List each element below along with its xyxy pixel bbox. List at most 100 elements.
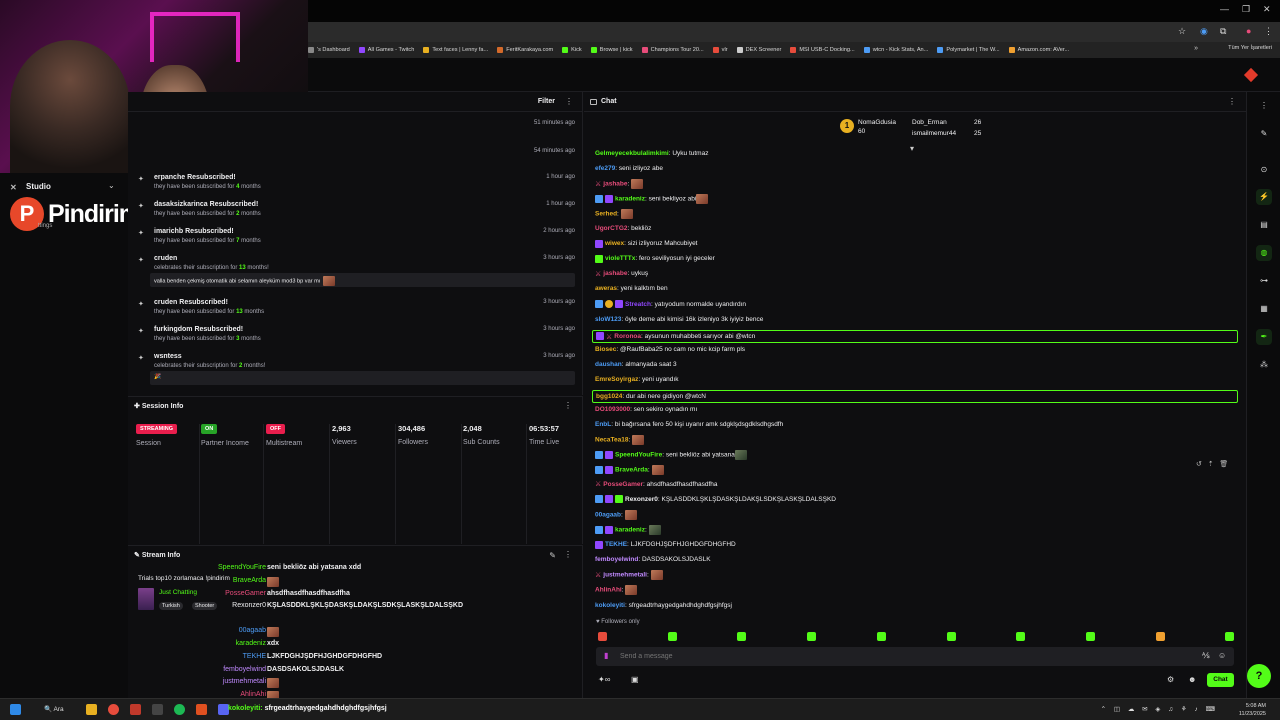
chat-username[interactable]: BraveArda <box>615 467 648 474</box>
microphone-icon[interactable]: ▮ <box>604 651 608 660</box>
filter-button[interactable]: Filter <box>538 98 555 105</box>
target-icon[interactable]: ⊙ <box>1256 162 1272 178</box>
quick-emote-icon[interactable] <box>1085 632 1095 641</box>
bookmark-1[interactable]: All Games - Twitch <box>358 47 414 53</box>
chat-username[interactable]: 00agaab <box>595 512 621 519</box>
obs-icon[interactable] <box>196 704 207 715</box>
more-kebab-icon[interactable]: ⋮ <box>1256 98 1272 114</box>
message-actions[interactable]: ↺ ⇡ 🗑 <box>1196 460 1228 468</box>
chat-username[interactable]: kokoleyiti <box>595 602 625 609</box>
bookmark-8[interactable]: DEX Screener <box>736 47 781 53</box>
stream-info-kebab-icon[interactable]: ⋮ <box>564 550 572 559</box>
all-bookmarks-button[interactable]: Tüm Yer İşaretleri <box>1228 45 1272 51</box>
chat-username[interactable]: Biosec <box>595 346 616 353</box>
chat-username[interactable]: EnbL <box>595 421 611 428</box>
chat-username[interactable]: efe279 <box>595 165 615 172</box>
quick-emote-icon[interactable] <box>1155 632 1165 641</box>
multistream-off-pill[interactable]: OFF <box>266 424 285 434</box>
chat-username[interactable]: jashabe <box>603 270 627 277</box>
chat-username[interactable]: sloW123 <box>595 316 621 323</box>
app-icon-1[interactable] <box>130 704 141 715</box>
quick-emote-icon[interactable] <box>946 632 956 641</box>
quick-emote-icon[interactable] <box>598 632 607 641</box>
chat-message-list[interactable]: Gelmeyecekbulalimkimi: Uyku tutmaz efe279… <box>584 148 1246 618</box>
tag-turkish[interactable]: Turkish <box>159 602 183 610</box>
bookmark-5[interactable]: Browse | kick <box>590 47 633 53</box>
chat-send-button[interactable]: Chat <box>1207 673 1234 687</box>
chat-username[interactable]: justmehmetali <box>603 572 647 579</box>
bookmark-11[interactable]: Polymarket | The W... <box>937 47 1000 53</box>
chat-username[interactable]: Roronoa <box>614 333 641 340</box>
chat-username[interactable]: daushan <box>595 361 622 368</box>
help-chat-button[interactable]: ? <box>1247 664 1271 688</box>
lightning-icon[interactable]: ⚡ <box>1256 189 1272 205</box>
chat-username[interactable]: TEKHE <box>605 541 627 548</box>
bookmark-0[interactable]: 's Dashboard <box>308 47 350 53</box>
kick-logo-icon[interactable] <box>1243 67 1259 83</box>
activity-kebab-icon[interactable]: ⋮ <box>565 97 573 106</box>
chat-username[interactable]: AhlinAhi <box>595 587 622 594</box>
pencil-icon[interactable]: ✎ <box>1256 126 1272 142</box>
points-icon[interactable]: ✦∞ <box>598 675 610 684</box>
wrench-icon[interactable]: ✒ <box>1256 329 1272 345</box>
close-icon[interactable]: ✕ <box>1263 4 1271 15</box>
gift-leaderboard[interactable]: 1 NomaGdusia 60 Dob_Erman 26 ismailmemur… <box>840 116 1000 142</box>
windows-start-icon[interactable] <box>10 704 21 715</box>
taskbar-search[interactable]: 🔍 Ara <box>44 705 64 713</box>
quick-emote-icon[interactable] <box>876 632 886 641</box>
chat-username[interactable]: PosseGamer <box>603 481 643 488</box>
smiley-icon[interactable]: ☺ <box>1218 651 1226 660</box>
send-message-input[interactable] <box>620 650 1180 663</box>
bookmark-12[interactable]: Amazon.com: AVer... <box>1008 47 1069 53</box>
chevron-down-icon[interactable]: ⌄ <box>108 181 115 190</box>
quick-emote-icon[interactable] <box>1016 632 1026 641</box>
chat-username[interactable]: violeTTTx <box>605 255 635 262</box>
bookmarks-more-icon[interactable]: » <box>1194 45 1198 52</box>
chat-username[interactable]: NecaTea18 <box>595 437 629 444</box>
quick-emote-icon[interactable] <box>737 632 747 641</box>
taskbar-clock[interactable]: 5:08 AM 11/23/2025 <box>1239 702 1266 718</box>
system-tray[interactable]: ⌃ ◫ ☁ ✉ ◈ ♫ ⚘ ♪ ⌨ <box>1101 705 1218 713</box>
emote-picker-icon[interactable]: ⅍ <box>1202 651 1210 660</box>
server-icon[interactable]: ▦ <box>1256 301 1272 317</box>
users-icon[interactable]: ☻ <box>1188 675 1196 684</box>
bookmark-6[interactable]: Champions Tour 20... <box>641 47 704 53</box>
chat-kebab-icon[interactable]: ⋮ <box>1228 97 1236 106</box>
bookmark-2[interactable]: Text faces | Lenny fa... <box>423 47 488 53</box>
chat-username[interactable]: karadeniz <box>615 196 645 203</box>
store-icon[interactable]: ▣ <box>631 675 639 684</box>
extensions-icon[interactable]: ⧉ <box>1220 26 1226 37</box>
edit-pencil-icon[interactable]: ✎ <box>549 551 556 560</box>
chat-username[interactable]: femboyelwind <box>595 556 638 563</box>
file-explorer-icon[interactable] <box>86 704 97 715</box>
profile-avatar-icon[interactable]: ● <box>1246 26 1251 36</box>
sidebar-item-studio[interactable]: ✕ Studio <box>10 182 51 192</box>
partner-on-pill[interactable]: ON <box>201 424 218 434</box>
chat-username[interactable]: Rexonzer0 <box>625 496 658 503</box>
bookmark-7[interactable]: vlr <box>712 47 728 53</box>
tag-shooter[interactable]: Shooter <box>192 602 218 610</box>
quick-emote-icon[interactable] <box>807 632 817 641</box>
chat-username[interactable]: UgorCTG2 <box>595 225 628 232</box>
chat-username[interactable]: karadeniz <box>615 527 645 534</box>
bookmark-3[interactable]: FeritKarakaya.com <box>497 47 553 53</box>
chat-username[interactable]: jashabe <box>603 181 627 188</box>
chat-username[interactable]: wiwex <box>605 240 624 247</box>
chat-username[interactable]: Streatch <box>625 301 651 308</box>
chat-username[interactable]: aweras <box>595 285 617 292</box>
chat-username[interactable]: DO1093000 <box>595 406 630 413</box>
message-icon[interactable]: ◍ <box>1256 245 1272 261</box>
bookmark-10[interactable]: wtcn - Kick Stats, An... <box>863 47 928 53</box>
chrome-icon[interactable] <box>108 704 119 715</box>
link-icon[interactable]: ⊶ <box>1256 273 1272 289</box>
chat-username[interactable]: Serhed <box>595 211 617 218</box>
document-icon[interactable]: ▤ <box>1256 217 1272 233</box>
category-link[interactable]: Just Chatting <box>159 589 197 596</box>
app-icon-2[interactable] <box>152 704 163 715</box>
quick-emote-icon[interactable] <box>1225 632 1235 641</box>
spotify-icon[interactable] <box>174 704 185 715</box>
bookmark-4[interactable]: Kick <box>562 47 582 53</box>
sidebar-item-settings[interactable]: ttings <box>38 223 52 229</box>
star-icon[interactable]: ☆ <box>1178 26 1186 37</box>
maximize-icon[interactable]: ❐ <box>1242 4 1250 15</box>
